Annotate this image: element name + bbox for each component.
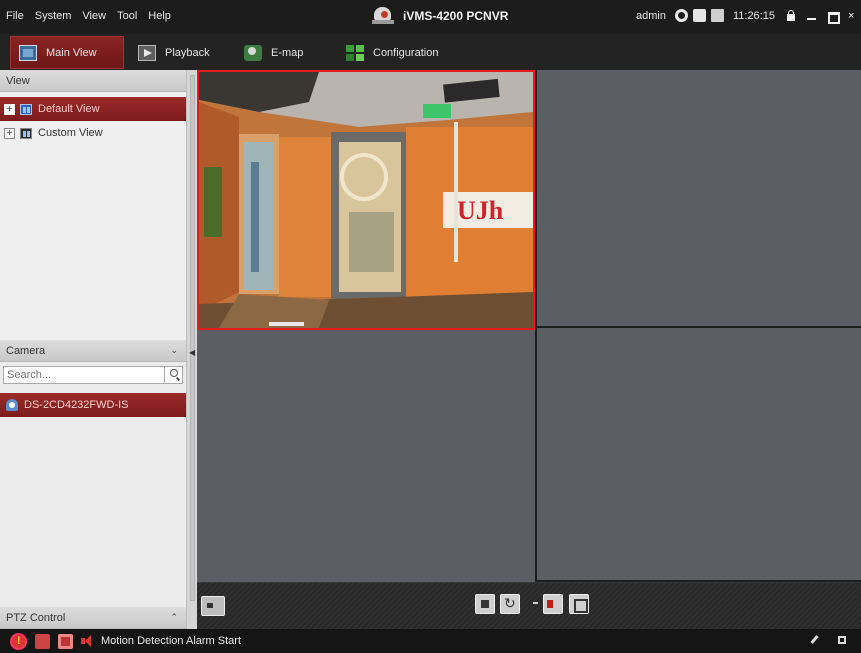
minimize-button[interactable] xyxy=(806,10,818,22)
splitter-scrollbar[interactable] xyxy=(190,75,195,601)
system-area: admin 11:26:15 × xyxy=(636,9,861,24)
camera-item[interactable]: DS-2CD4232FWD-IS xyxy=(0,393,186,417)
view-icon xyxy=(20,103,32,115)
module-tabs: Main View Playback E-map Configuration xyxy=(0,34,861,70)
status-message: Motion Detection Alarm Start xyxy=(101,635,242,647)
emap-icon xyxy=(244,44,262,61)
camera-icon xyxy=(6,399,18,411)
tree-item-default-view[interactable]: + Default View xyxy=(0,97,186,121)
fullscreen-button[interactable] xyxy=(569,594,589,614)
camera-panel-title: Camera xyxy=(6,344,46,357)
view-panel-title: View xyxy=(6,74,30,87)
configuration-icon xyxy=(346,44,364,61)
view-panel-header[interactable]: View xyxy=(0,70,186,92)
tree-item-custom-view[interactable]: + Custom View xyxy=(0,121,186,145)
menu-file[interactable]: File xyxy=(6,10,24,22)
camera-search xyxy=(3,366,183,384)
search-button[interactable] xyxy=(164,366,182,384)
refresh-button[interactable] xyxy=(500,594,520,614)
title-bar: File System View Tool Help iVMS-4200 PCN… xyxy=(0,0,861,34)
chevron-down-icon[interactable]: ⌄ xyxy=(170,345,178,356)
tree-item-label: Custom View xyxy=(38,127,103,139)
status-bar: Motion Detection Alarm Start xyxy=(0,629,861,653)
video-pane-3[interactable] xyxy=(197,330,535,582)
tab-configuration-label: Configuration xyxy=(373,46,439,59)
ptz-panel-title: PTZ Control xyxy=(6,611,66,624)
camera-panel: Camera ⌄ DS-2CD4232FWD-IS xyxy=(0,340,186,417)
menu-help[interactable]: Help xyxy=(148,10,171,22)
keyboard-icon[interactable] xyxy=(710,9,724,22)
expand-icon[interactable]: + xyxy=(4,127,15,139)
network-icon[interactable] xyxy=(674,9,688,22)
video-pane-4[interactable] xyxy=(537,328,861,580)
menu-tool[interactable]: Tool xyxy=(117,10,137,22)
camera-item-label: DS-2CD4232FWD-IS xyxy=(24,399,129,411)
audio-button[interactable] xyxy=(543,594,563,614)
tab-configuration[interactable]: Configuration xyxy=(338,36,446,69)
main-view-icon xyxy=(19,44,37,61)
pin-icon[interactable] xyxy=(809,635,819,645)
alarm-icon[interactable] xyxy=(10,632,27,650)
stop-all-button[interactable] xyxy=(475,594,495,614)
maximize-button[interactable] xyxy=(827,10,840,24)
search-icon xyxy=(170,369,178,377)
lock-icon[interactable] xyxy=(785,9,797,22)
tab-main-view[interactable]: Main View xyxy=(10,36,124,69)
tab-emap[interactable]: E-map xyxy=(236,36,311,69)
ptz-panel-header[interactable]: PTZ Control ⌃ xyxy=(0,607,186,629)
expand-event-panel-button[interactable] xyxy=(838,636,846,644)
collapse-arrow-icon[interactable]: ◀ xyxy=(189,348,195,357)
exception-icon[interactable] xyxy=(35,633,50,649)
clock: 11:26:15 xyxy=(732,9,775,22)
video-pane-2[interactable] xyxy=(537,70,861,326)
speaker-icon[interactable] xyxy=(81,634,93,649)
tab-emap-label: E-map xyxy=(271,46,304,59)
username: admin xyxy=(636,9,666,22)
tab-playback[interactable]: Playback xyxy=(130,36,218,69)
close-button[interactable]: × xyxy=(848,10,860,22)
tab-playback-label: Playback xyxy=(165,46,210,59)
view-tree: + Default View + Custom View xyxy=(0,92,186,340)
panel-splitter[interactable]: ◀ xyxy=(186,70,197,629)
expand-icon[interactable]: + xyxy=(4,103,15,115)
menu-view[interactable]: View xyxy=(82,10,106,22)
video-pane-1[interactable]: UJh xyxy=(197,70,535,330)
storage-icon[interactable] xyxy=(692,9,706,22)
tree-item-label: Default View xyxy=(38,103,100,115)
search-input[interactable] xyxy=(4,367,144,383)
camera-panel-header[interactable]: Camera ⌄ xyxy=(0,340,186,362)
app-name: iVMS-4200 PCNVR xyxy=(403,9,509,23)
tab-main-view-label: Main View xyxy=(46,46,97,59)
app-logo-icon xyxy=(372,7,394,25)
svg-text:UJh: UJh xyxy=(457,196,504,225)
view-icon xyxy=(20,127,32,139)
chevron-up-icon[interactable]: ⌃ xyxy=(170,612,178,623)
app-title: iVMS-4200 PCNVR xyxy=(372,7,508,25)
menu-system[interactable]: System xyxy=(35,10,72,22)
device-icon[interactable] xyxy=(58,633,73,649)
layout-button[interactable] xyxy=(201,596,225,616)
left-panel: View + Default View + Custom View Camera… xyxy=(0,70,186,629)
toolbar-separator xyxy=(533,602,538,604)
menu-bar: File System View Tool Help xyxy=(6,10,182,22)
live-view-toolbar xyxy=(197,582,861,629)
live-video-feed: UJh xyxy=(199,72,533,328)
playback-icon xyxy=(138,44,156,61)
video-grid: UJh xyxy=(197,70,861,582)
